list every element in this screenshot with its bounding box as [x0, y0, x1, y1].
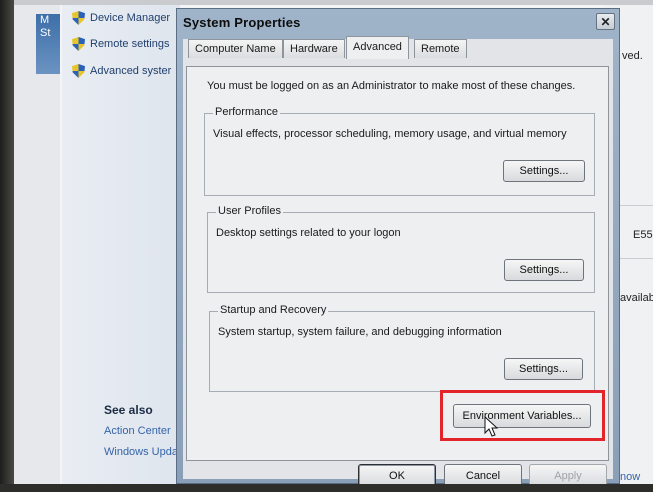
right-fragment-now[interactable]: now	[620, 471, 640, 483]
group-user-profiles: User Profiles Desktop settings related t…	[207, 205, 595, 293]
desktop-text-m: M	[40, 14, 50, 26]
group-legend: User Profiles	[216, 205, 283, 217]
desktop-text-st: St	[40, 27, 51, 39]
monitor-bezel-top	[0, 0, 653, 5]
user-profiles-settings-button[interactable]: Settings...	[504, 259, 584, 281]
see-also-heading: See also	[104, 403, 153, 417]
group-legend: Performance	[213, 106, 280, 118]
group-description: Desktop settings related to your logon	[216, 227, 401, 239]
red-highlight-box	[440, 390, 605, 441]
admin-note: You must be logged on as an Administrato…	[207, 80, 576, 92]
photo-background: M St Device Manager Remote settings Adva…	[0, 0, 653, 492]
nav-item-label: Device Manager	[90, 12, 171, 24]
shield-icon	[72, 64, 85, 78]
dialog-title: System Properties	[183, 15, 301, 30]
startup-recovery-settings-button[interactable]: Settings...	[504, 358, 583, 380]
right-fragment-e55: E55	[633, 229, 653, 241]
group-description: System startup, system failure, and debu…	[218, 326, 502, 338]
desktop-fragment: M St	[36, 14, 60, 74]
tab-hardware[interactable]: Hardware	[283, 39, 345, 58]
link-windows-update[interactable]: Windows Update	[104, 446, 187, 458]
mouse-cursor-icon	[484, 416, 498, 437]
group-performance: Performance Visual effects, processor sc…	[204, 106, 595, 196]
right-fragment-availab: availab	[620, 292, 653, 304]
right-fragment-ved: ved.	[622, 50, 643, 62]
group-legend: Startup and Recovery	[218, 304, 329, 316]
link-action-center[interactable]: Action Center	[104, 425, 171, 437]
tab-remote[interactable]: Remote	[414, 39, 467, 58]
dialog-titlebar[interactable]: System Properties ✕	[177, 9, 619, 36]
nav-item-label: Remote settings	[90, 38, 170, 50]
tab-computer-name[interactable]: Computer Name	[188, 39, 283, 58]
shield-icon	[72, 37, 85, 51]
group-startup-recovery: Startup and Recovery System startup, sys…	[209, 304, 595, 392]
shield-icon	[72, 11, 85, 25]
monitor-bezel-bottom	[0, 484, 653, 492]
nav-item-label: Advanced syster	[90, 65, 172, 77]
nav-item-remote-settings[interactable]: Remote settings	[72, 37, 169, 51]
tab-advanced[interactable]: Advanced	[346, 36, 409, 59]
close-icon: ✕	[600, 14, 611, 29]
group-description: Visual effects, processor scheduling, me…	[213, 128, 567, 140]
nav-item-device-manager[interactable]: Device Manager	[72, 11, 170, 25]
performance-settings-button[interactable]: Settings...	[503, 160, 585, 182]
monitor-bezel-left	[0, 0, 14, 492]
nav-item-advanced-system[interactable]: Advanced syster	[72, 64, 171, 78]
taskbar-strip	[14, 5, 60, 484]
close-button[interactable]: ✕	[596, 13, 615, 30]
